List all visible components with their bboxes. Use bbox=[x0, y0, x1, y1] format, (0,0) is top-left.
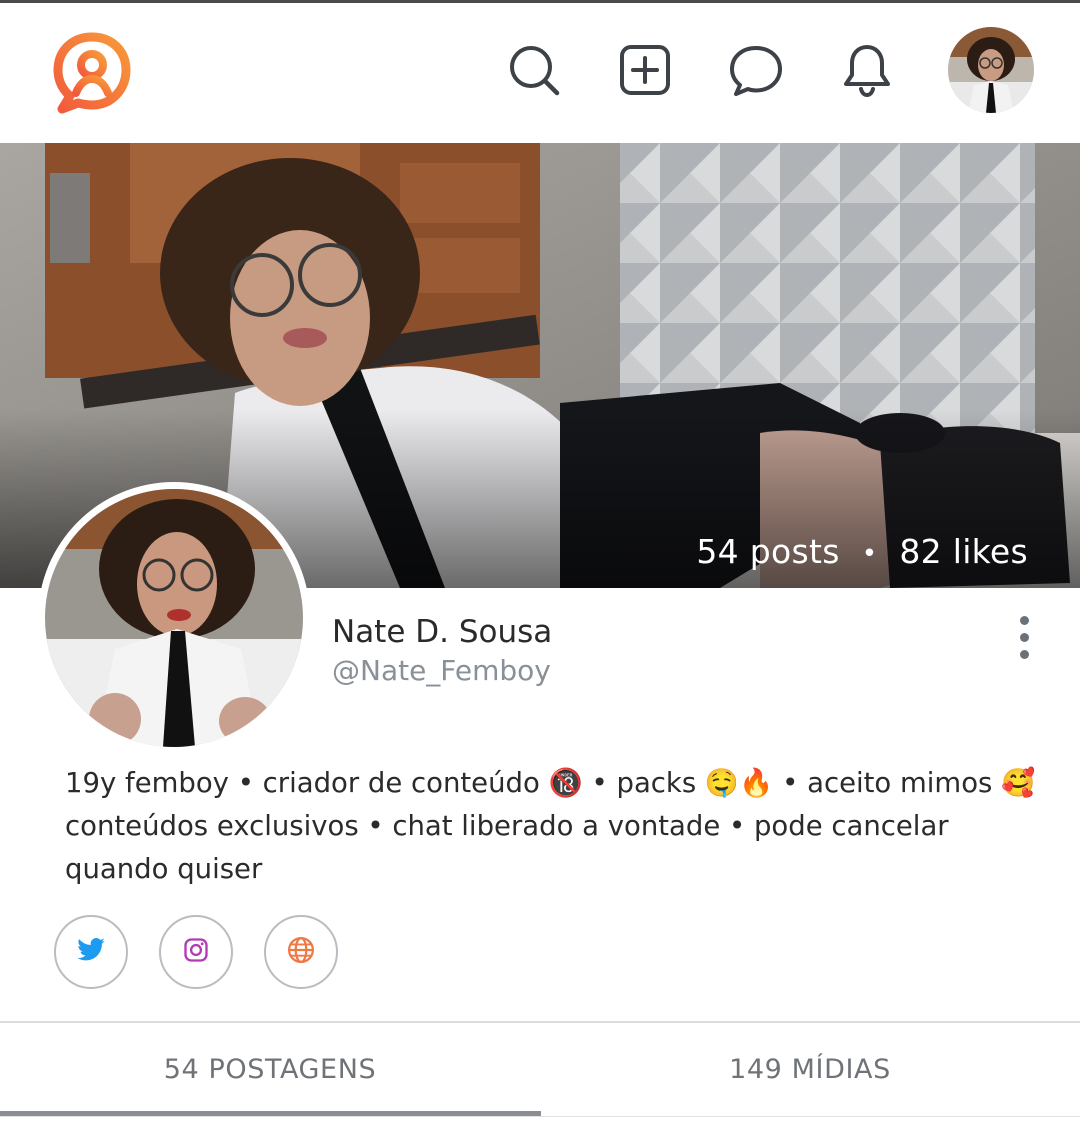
chat-icon[interactable] bbox=[727, 41, 785, 99]
globe-icon bbox=[286, 935, 316, 969]
tab-posts-label: 54 POSTAGENS bbox=[163, 1053, 377, 1085]
website-button[interactable] bbox=[264, 915, 338, 989]
posts-count: 54 posts bbox=[696, 532, 840, 571]
top-navbar bbox=[0, 3, 1080, 143]
profile-bio: 19y femboy • criador de conteúdo 🔞 • pac… bbox=[65, 767, 1036, 885]
brand-logo-icon[interactable] bbox=[52, 31, 132, 115]
tab-posts[interactable]: 54 POSTAGENS bbox=[0, 1023, 540, 1115]
instagram-button[interactable] bbox=[159, 915, 233, 989]
twitter-button[interactable] bbox=[54, 915, 128, 989]
profile-name: Nate D. Sousa bbox=[332, 614, 553, 650]
user-avatar[interactable] bbox=[948, 27, 1034, 113]
likes-count: 82 likes bbox=[899, 532, 1028, 571]
cover-stats: 54 posts • 82 likes bbox=[696, 532, 1028, 571]
tab-media-label: 149 MÍDIAS bbox=[729, 1053, 891, 1085]
more-options-icon[interactable] bbox=[1004, 616, 1044, 668]
add-post-icon[interactable] bbox=[616, 41, 674, 99]
tabs-bottom-border bbox=[0, 1116, 1080, 1117]
tab-media[interactable]: 149 MÍDIAS bbox=[540, 1023, 1080, 1115]
twitter-icon bbox=[76, 935, 106, 969]
profile-avatar[interactable] bbox=[38, 482, 310, 754]
bell-icon[interactable] bbox=[838, 41, 896, 99]
profile-handle: @Nate_Femboy bbox=[332, 654, 551, 687]
search-icon[interactable] bbox=[505, 41, 563, 99]
stats-separator: • bbox=[861, 538, 878, 569]
instagram-icon bbox=[182, 936, 210, 968]
